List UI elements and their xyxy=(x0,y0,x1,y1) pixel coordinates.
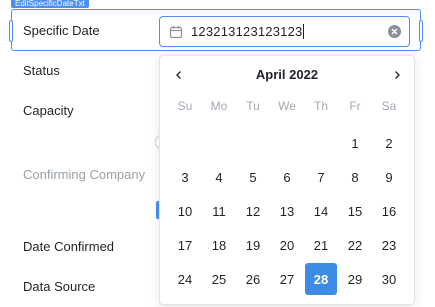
date-confirmed-label: Date Confirmed xyxy=(23,239,115,254)
calendar-day[interactable]: 16 xyxy=(372,194,406,228)
calendar-day[interactable]: 2 xyxy=(372,126,406,160)
calendar-day[interactable]: 9 xyxy=(372,160,406,194)
calendar-day-number: 26 xyxy=(245,271,261,287)
calendar-day-number: 28 xyxy=(305,263,337,295)
calendar-day-number: 24 xyxy=(177,271,193,287)
chevron-right-icon[interactable] xyxy=(388,66,406,84)
calendar-day[interactable]: 21 xyxy=(304,228,338,262)
calendar-day[interactable]: 7 xyxy=(304,160,338,194)
calendar-day-number: 11 xyxy=(212,203,226,219)
calendar-day[interactable]: 15 xyxy=(338,194,372,228)
calendar-day-number: 30 xyxy=(381,271,397,287)
calendar-day-number: 8 xyxy=(351,169,359,185)
calendar-day[interactable]: 8 xyxy=(338,160,372,194)
weekday-header: Su xyxy=(177,99,193,113)
calendar-day-number: 5 xyxy=(249,169,257,185)
calendar-day[interactable]: 26 xyxy=(236,262,270,296)
clear-circle-icon[interactable] xyxy=(388,25,401,38)
calendar-day-number: 6 xyxy=(283,169,291,185)
weekday-header: Sa xyxy=(381,99,397,113)
calendar-day-selected[interactable]: 28 xyxy=(304,262,338,296)
weekday-header: Mo xyxy=(210,99,228,113)
calendar-day-number: 16 xyxy=(381,203,397,219)
calendar-day-empty xyxy=(168,126,202,160)
calendar-day-number: 1 xyxy=(351,135,359,151)
calendar-day[interactable]: 18 xyxy=(202,228,236,262)
weekday-header: Fr xyxy=(349,99,361,113)
calendar-day-empty xyxy=(202,126,236,160)
calendar-day-number: 17 xyxy=(177,237,193,253)
calendar-icon xyxy=(169,25,183,39)
calendar-day-number: 14 xyxy=(313,203,329,219)
calendar-day[interactable]: 10 xyxy=(168,194,202,228)
date-picker-popup: April 2022 Su Mo Tu We Th Fr Sa 1 2 3 4 5 6 7 8 9 10 11 1… xyxy=(159,55,415,305)
calendar-day-grid: 1 2 3 4 5 6 7 8 9 10 11 12 13 14 15 16 17 18 19 20 21 22 23 24 2… xyxy=(168,126,406,296)
calendar-day-number: 22 xyxy=(347,237,363,253)
date-input-value: 123213123123123 xyxy=(191,24,303,39)
text-cursor xyxy=(303,24,305,39)
calendar-weekday-row: Su Mo Tu We Th Fr Sa xyxy=(168,98,406,114)
calendar-day-number: 21 xyxy=(313,237,329,253)
calendar-day[interactable]: 17 xyxy=(168,228,202,262)
calendar-day[interactable]: 1 xyxy=(338,126,372,160)
calendar-day[interactable]: 3 xyxy=(168,160,202,194)
form-page: EditSpecificDateTxt Specific Date Status… xyxy=(0,0,435,307)
calendar-day[interactable]: 14 xyxy=(304,194,338,228)
calendar-day[interactable]: 22 xyxy=(338,228,372,262)
calendar-day-number: 4 xyxy=(215,169,223,185)
calendar-day[interactable]: 30 xyxy=(372,262,406,296)
calendar-day-number: 7 xyxy=(317,169,325,185)
calendar-day[interactable]: 24 xyxy=(168,262,202,296)
specific-date-label: Specific Date xyxy=(23,23,100,38)
calendar-day-empty xyxy=(236,126,270,160)
calendar-day[interactable]: 25 xyxy=(202,262,236,296)
calendar-day-number: 2 xyxy=(385,135,393,151)
specific-date-input[interactable]: 123213123123123 xyxy=(159,16,410,47)
confirming-company-label: Confirming Company xyxy=(23,167,146,182)
calendar-day[interactable]: 12 xyxy=(236,194,270,228)
calendar-day-empty xyxy=(270,126,304,160)
calendar-day-number: 13 xyxy=(279,203,295,219)
calendar-day-number: 10 xyxy=(177,203,193,219)
calendar-day-number: 23 xyxy=(381,237,397,253)
status-label: Status xyxy=(23,63,60,78)
calendar-day-number: 9 xyxy=(385,169,393,185)
calendar-day[interactable]: 5 xyxy=(236,160,270,194)
calendar-day[interactable]: 4 xyxy=(202,160,236,194)
calendar-day[interactable]: 20 xyxy=(270,228,304,262)
weekday-header: Tu xyxy=(246,99,260,113)
calendar-day-number: 15 xyxy=(347,203,363,219)
selection-handle-left[interactable] xyxy=(9,20,13,42)
calendar-day-number: 18 xyxy=(211,237,227,253)
calendar-day[interactable]: 23 xyxy=(372,228,406,262)
capacity-label: Capacity xyxy=(23,103,74,118)
weekday-header: We xyxy=(278,99,296,113)
component-selection-tag: EditSpecificDateTxt xyxy=(11,0,89,8)
calendar-day-number: 27 xyxy=(279,271,295,287)
calendar-day-number: 19 xyxy=(245,237,261,253)
calendar-day-number: 3 xyxy=(181,169,189,185)
calendar-day[interactable]: 6 xyxy=(270,160,304,194)
calendar-day[interactable]: 11 xyxy=(202,194,236,228)
calendar-day[interactable]: 29 xyxy=(338,262,372,296)
weekday-header: Th xyxy=(313,99,328,113)
calendar-day-number: 25 xyxy=(211,271,227,287)
calendar-month-title: April 2022 xyxy=(255,67,319,82)
calendar-day[interactable]: 27 xyxy=(270,262,304,296)
calendar-day-number: 12 xyxy=(245,203,261,219)
calendar-header: April 2022 xyxy=(160,66,414,84)
selection-handle-right[interactable] xyxy=(419,20,423,42)
calendar-day-empty xyxy=(304,126,338,160)
calendar-day-number: 20 xyxy=(279,237,295,253)
calendar-day-number: 29 xyxy=(347,271,363,287)
calendar-day[interactable]: 19 xyxy=(236,228,270,262)
data-source-label: Data Source xyxy=(23,279,96,294)
calendar-day[interactable]: 13 xyxy=(270,194,304,228)
